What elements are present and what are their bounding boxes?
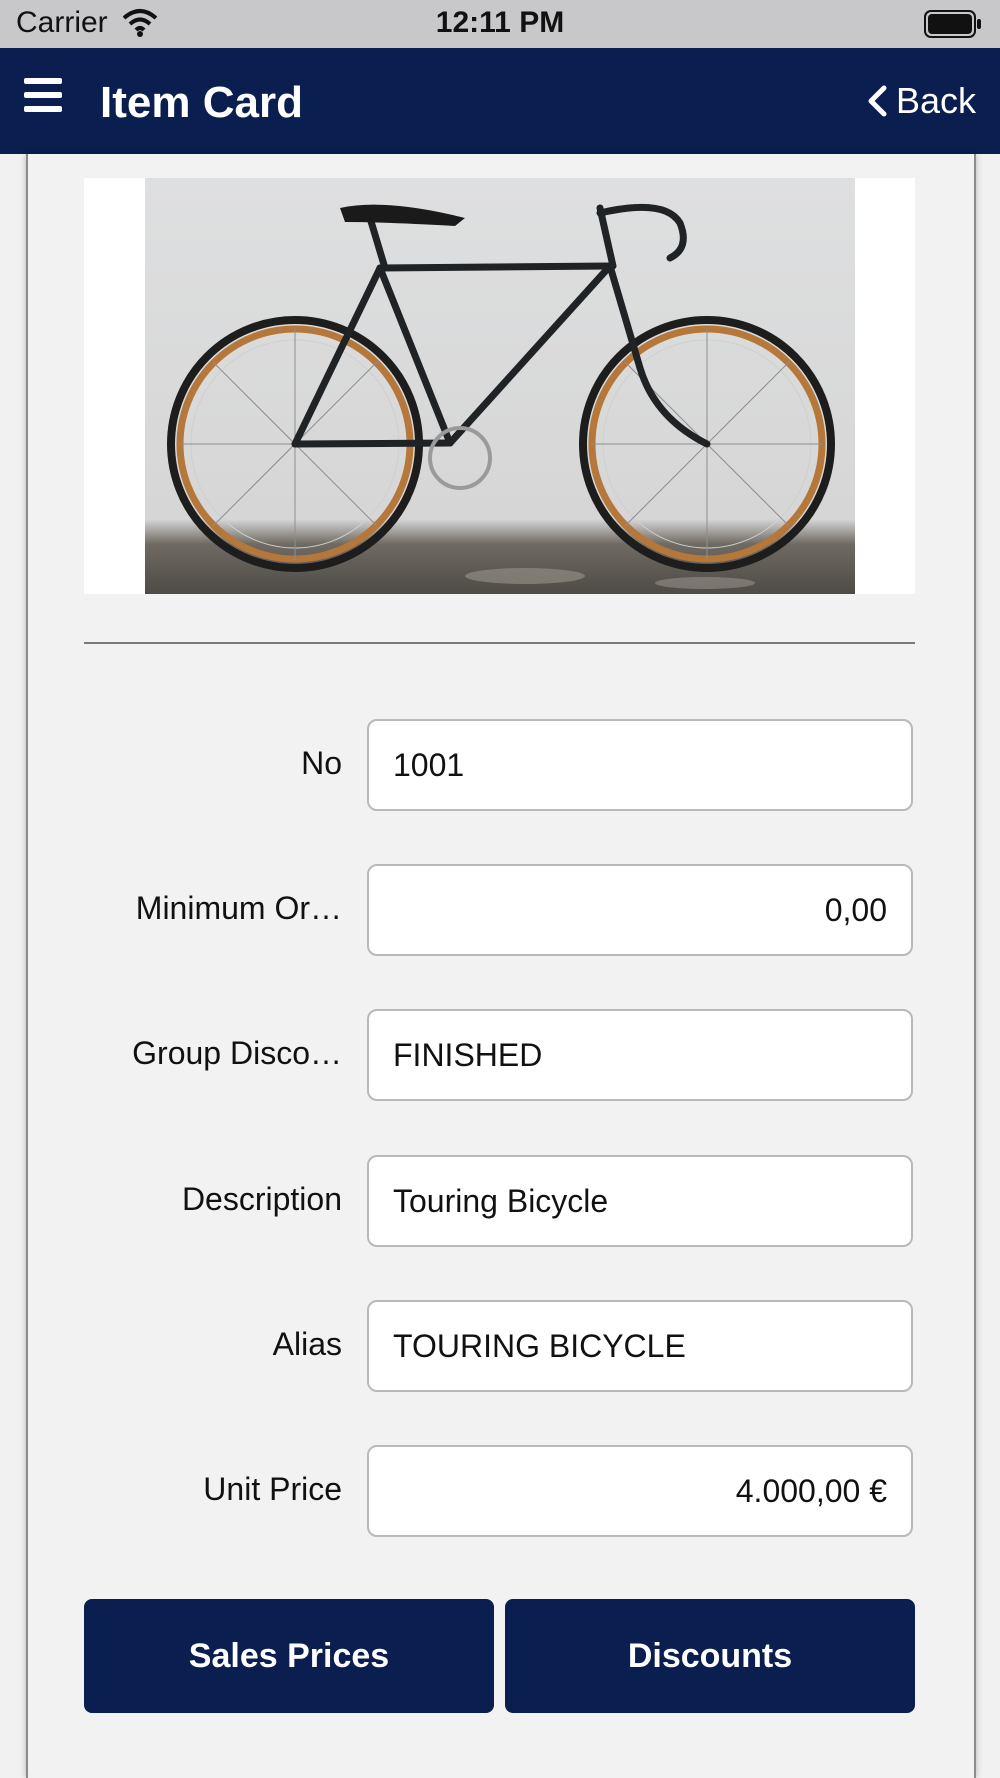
minimum-order-label: Minimum Or… (135, 890, 342, 926)
bicycle-illustration (167, 203, 835, 589)
back-button[interactable]: Back (866, 80, 976, 122)
alias-label: Alias (272, 1326, 342, 1362)
minimum-order-field[interactable]: 0,00 (367, 864, 913, 956)
description-field[interactable]: Touring Bicycle (367, 1155, 913, 1247)
description-label: Description (181, 1181, 342, 1217)
no-label: No (301, 745, 342, 781)
sales-prices-button[interactable]: Sales Prices (84, 1599, 494, 1713)
no-field[interactable]: 1001 (367, 719, 913, 811)
bicycle-photo (145, 178, 855, 594)
chevron-left-icon (868, 85, 887, 117)
page-title: Item Card (100, 78, 303, 127)
group-discount-label: Group Disco… (132, 1035, 342, 1071)
alias-field[interactable]: TOURING BICYCLE (367, 1300, 913, 1392)
group-discount-field[interactable]: FINISHED (367, 1009, 913, 1101)
nav-bar: Item Card Back (0, 48, 1000, 154)
status-bar: Carrier 12:11 PM (0, 0, 1000, 48)
unit-price-label: Unit Price (203, 1471, 342, 1507)
discounts-button[interactable]: Discounts (505, 1599, 915, 1713)
hamburger-menu-icon[interactable] (24, 78, 62, 116)
back-label: Back (895, 80, 976, 121)
unit-price-field[interactable]: 4.000,00 € (367, 1445, 913, 1537)
battery-icon (924, 10, 981, 38)
section-divider (84, 642, 915, 644)
clock: 12:11 PM (435, 6, 565, 39)
